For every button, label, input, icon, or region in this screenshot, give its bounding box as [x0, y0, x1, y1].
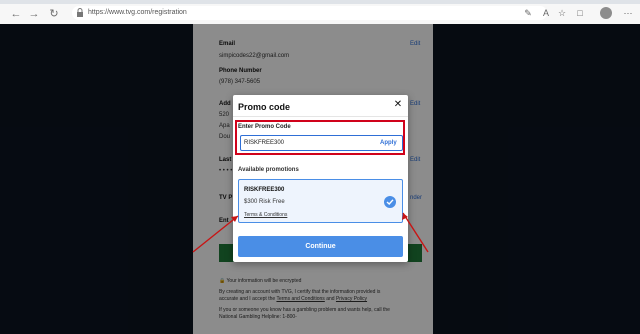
annotation-arrows: [192, 212, 429, 253]
right-arrow: [402, 212, 429, 253]
left-arrow: [192, 215, 239, 253]
